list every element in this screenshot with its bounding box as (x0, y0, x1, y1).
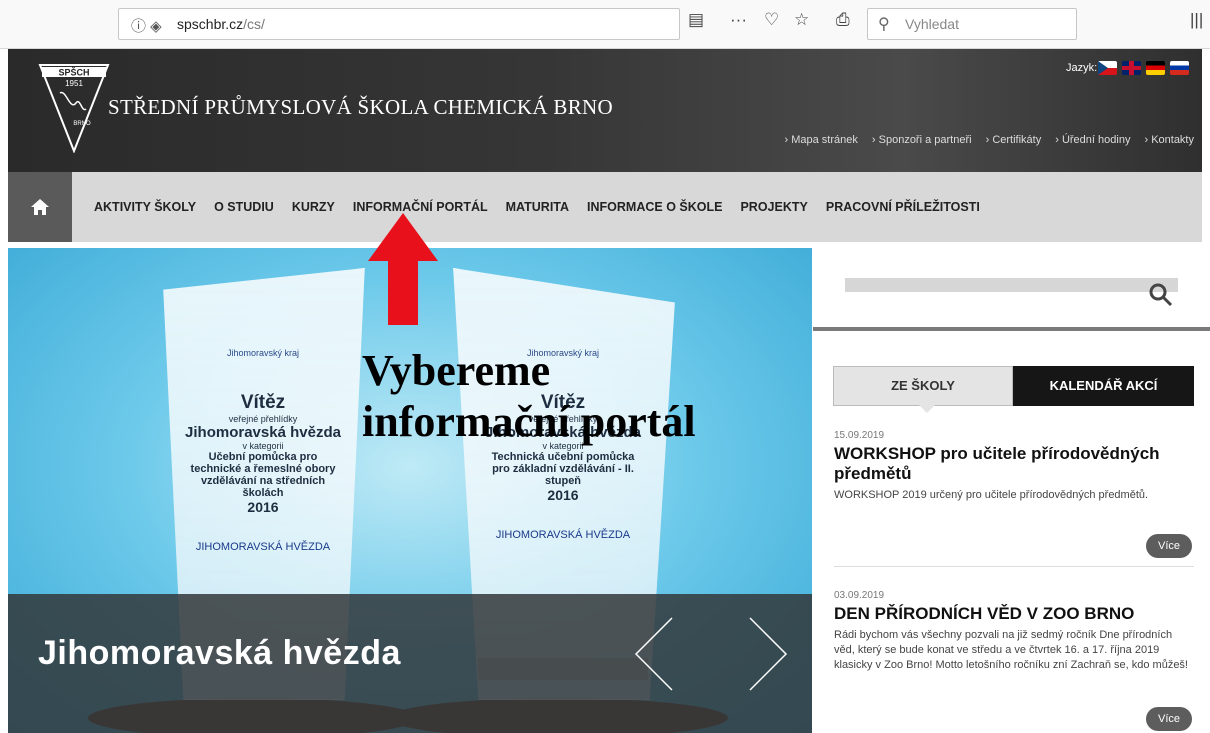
nav-item-jobs[interactable]: PRACOVNÍ PŘÍLEŽITOSTI (826, 200, 980, 214)
trophy-title: Vítěz (240, 392, 286, 413)
news-date: 15.09.2019 (834, 430, 885, 441)
search-icon: ⚲ (878, 16, 890, 33)
search-placeholder: Vyhledat (905, 16, 959, 32)
language-label: Jazyk: (1066, 62, 1098, 74)
nav-item-info-portal[interactable]: INFORMAČNÍ PORTÁL (353, 200, 488, 214)
more-button[interactable]: Více (1146, 707, 1192, 731)
nav-item-maturita[interactable]: MATURITA (506, 200, 569, 214)
more-button[interactable]: Více (1146, 534, 1192, 558)
slider-next-icon[interactable] (742, 614, 792, 694)
link-certificates[interactable]: Certifikáty (986, 134, 1041, 146)
slider-caption[interactable]: Jihomoravská hvězda (38, 634, 401, 673)
logo-side-text: BRNO (73, 121, 91, 127)
browser-search-input[interactable]: ⚲ Vyhledat (867, 8, 1077, 40)
home-button[interactable] (8, 172, 72, 242)
nav-item-school-info[interactable]: INFORMACE O ŠKOLE (587, 200, 722, 214)
site-header: SPŠCH 1951 BRNO STŘEDNÍ PRŮMYSLOVÁ ŠKOLA… (8, 49, 1202, 172)
annotation-line: Vybereme (362, 346, 551, 395)
main-nav: AKTIVITY ŠKOLY O STUDIU KURZY INFORMAČNÍ… (8, 172, 1202, 242)
nav-items: AKTIVITY ŠKOLY O STUDIU KURZY INFORMAČNÍ… (94, 200, 980, 214)
news-item: 03.09.2019 DEN PŘÍRODNÍCH VĚD V ZOO BRNO… (834, 590, 1194, 673)
news-title[interactable]: WORKSHOP pro učitele přírodovědných před… (834, 444, 1194, 484)
news-date: 03.09.2019 (834, 590, 885, 601)
print-icon[interactable]: ⎙ (836, 10, 850, 30)
annotation-line: informační portál (362, 397, 696, 446)
reader-view-icon[interactable]: ▤ (688, 10, 704, 30)
trophy-org: Jihomoravský kraj (226, 348, 300, 358)
nav-item-study[interactable]: O STUDIU (214, 200, 274, 214)
link-sitemap[interactable]: Mapa stránek (785, 134, 858, 146)
news-text: WORKSHOP 2019 určený pro učitele přírodo… (834, 489, 1149, 501)
trophy-year: 2016 (547, 487, 579, 503)
link-sponsors[interactable]: Sponzoři a partneři (872, 134, 972, 146)
bookmark-star-icon[interactable]: ☆ (794, 10, 809, 30)
trophy-brand: JIHOMORAVSKÁ HVĚZDA (195, 541, 331, 553)
trophy-name: Jihomoravská hvězda (185, 424, 341, 441)
browser-toolbar: ⓘ ◈ spschbr.cz/cs/ ▤ ··· ♡ ☆ ⎙ ⚲ Vyhleda… (0, 0, 1210, 49)
news-title[interactable]: DEN PŘÍRODNÍCH VĚD V ZOO BRNO (834, 604, 1194, 624)
trophy-desc: Technická učební pomůcka pro základní vz… (491, 451, 635, 487)
search-icon[interactable] (1148, 282, 1174, 308)
news-item: 15.09.2019 WORKSHOP pro učitele přírodov… (834, 430, 1194, 503)
flag-ru-icon[interactable] (1170, 61, 1189, 75)
school-logo[interactable]: SPŠCH 1951 BRNO (38, 63, 110, 153)
nav-item-projects[interactable]: PROJEKTY (740, 200, 807, 214)
top-links: Mapa stránek Sponzoři a partneři Certifi… (785, 134, 1194, 146)
slider-caption-bar: Jihomoravská hvězda (8, 594, 812, 733)
sidebar-divider (813, 327, 1210, 331)
url-text: spschbr.cz/cs/ (177, 16, 265, 32)
nav-item-activities[interactable]: AKTIVITY ŠKOLY (94, 200, 196, 214)
school-name[interactable]: STŘEDNÍ PRŮMYSLOVÁ ŠKOLA CHEMICKÁ BRNO (108, 95, 613, 120)
trophy-year: 2016 (247, 499, 279, 515)
trophy-sub: v kategorii (242, 441, 284, 451)
tab-calendar[interactable]: KALENDÁŘ AKCÍ (1013, 366, 1194, 406)
trophy-desc: Učební pomůcka pro technické a řemeslné … (190, 451, 336, 499)
site-search-input[interactable] (845, 278, 1178, 292)
url-bar[interactable]: ⓘ ◈ spschbr.cz/cs/ (118, 8, 680, 40)
link-office-hours[interactable]: Úřední hodiny (1055, 134, 1131, 146)
pocket-icon[interactable]: ♡ (764, 10, 779, 30)
logo-text-top: SPŠCH (58, 67, 89, 78)
news-separator (834, 566, 1194, 567)
flag-cz-icon[interactable] (1098, 61, 1117, 75)
home-icon (31, 199, 49, 215)
more-actions-icon[interactable]: ··· (730, 10, 747, 30)
logo-year: 1951 (65, 79, 83, 88)
language-flags (1098, 61, 1189, 75)
slider-prev-icon[interactable] (630, 614, 680, 694)
trophy-sub: veřejné přehlídky (228, 414, 298, 424)
news-text: Rádi bychom vás všechny pozvali na již s… (834, 629, 1188, 671)
tab-school-news[interactable]: ZE ŠKOLY (833, 366, 1013, 413)
trophy-brand: JIHOMORAVSKÁ HVĚZDA (495, 529, 631, 541)
flag-de-icon[interactable] (1146, 61, 1165, 75)
nav-item-courses[interactable]: KURZY (292, 200, 335, 214)
link-contacts[interactable]: Kontakty (1144, 134, 1194, 146)
annotation-text: Vybereme informační portál (362, 345, 696, 447)
info-shield-icon[interactable]: ⓘ ◈ (131, 15, 162, 36)
annotation-arrow-icon (368, 213, 438, 325)
trophy-left-text: Jihomoravský kraj Vítěz veřejné přehlídk… (138, 348, 388, 553)
library-icon[interactable]: ||| (1190, 10, 1203, 30)
flag-uk-icon[interactable] (1122, 61, 1141, 75)
